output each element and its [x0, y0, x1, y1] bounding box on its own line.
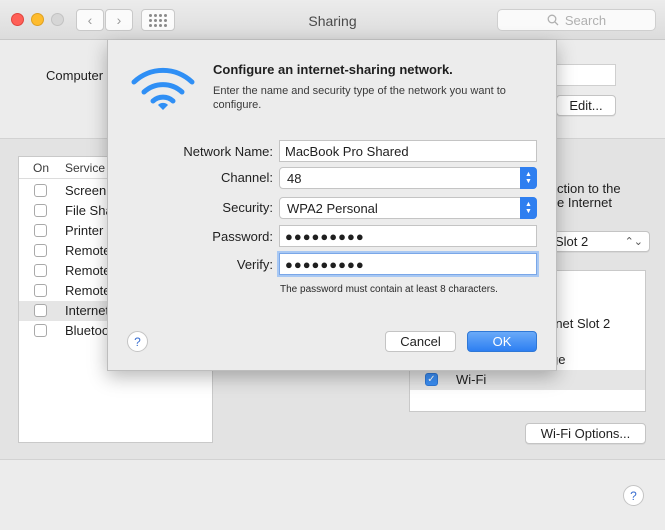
service-label: Remote [65, 283, 111, 298]
share-description-line2: e Internet [557, 195, 612, 210]
service-label: Printer [65, 223, 104, 238]
service-label: Bluetoo [65, 323, 110, 338]
verify-value: ●●●●●●●●● [285, 256, 365, 272]
channel-value: 48 [287, 170, 302, 186]
security-label: Security: [222, 200, 273, 215]
port-label: rnet Slot 2 [551, 316, 611, 331]
service-label: Internet [65, 303, 110, 318]
search-field[interactable]: Search [497, 9, 656, 31]
service-label: File Sha [65, 203, 113, 218]
service-checkbox[interactable] [34, 224, 47, 237]
sheet-description: Enter the name and security type of the … [213, 85, 506, 111]
updown-chevron-icon: ▲ ▼ [520, 197, 537, 219]
password-value: ●●●●●●●●● [285, 228, 365, 244]
computer-name-field[interactable] [556, 64, 616, 86]
service-checkbox[interactable] [34, 244, 47, 257]
port-row-wifi[interactable]: ✓ Wi-Fi [410, 370, 645, 390]
verify-label: Verify: [236, 257, 273, 272]
channel-label: Channel: [220, 170, 273, 185]
port-label: Wi-Fi [456, 372, 487, 387]
search-icon [547, 14, 559, 26]
service-checkbox[interactable] [34, 284, 47, 297]
wifi-options-button[interactable]: Wi-Fi Options... [525, 423, 646, 444]
service-column-header: Service [65, 161, 106, 175]
wifi-port-checkbox[interactable]: ✓ [425, 373, 438, 386]
sheet-title: Configure an internet-sharing network. [213, 62, 453, 77]
network-name-value: MacBook Pro Shared [285, 143, 409, 159]
help-button[interactable]: ? [623, 485, 644, 506]
service-checkbox[interactable] [34, 304, 47, 317]
updown-chevron-icon: ▲ ▼ [520, 167, 537, 189]
service-label: Screen [65, 183, 107, 198]
share-from-value: Slot 2 [555, 234, 589, 249]
password-field[interactable]: ●●●●●●●●● [279, 225, 537, 247]
ok-button[interactable]: OK [467, 331, 537, 352]
search-placeholder: Search [564, 12, 607, 28]
computer-name-label: Computer [46, 68, 104, 83]
channel-select[interactable]: 48 ▲ ▼ [279, 167, 537, 189]
security-value: WPA2 Personal [287, 200, 378, 216]
service-checkbox[interactable] [34, 324, 47, 337]
wifi-icon [131, 67, 195, 110]
service-label: Remote [65, 263, 111, 278]
share-description-line1: ction to the [557, 181, 621, 196]
network-name-field[interactable]: MacBook Pro Shared [279, 140, 537, 162]
checkmark-icon: ✓ [427, 374, 436, 385]
password-hint: The password must contain at least 8 cha… [280, 284, 498, 295]
cancel-button[interactable]: Cancel [385, 331, 456, 352]
edit-button[interactable]: Edit... [556, 95, 616, 116]
security-select[interactable]: WPA2 Personal ▲ ▼ [279, 197, 537, 219]
on-column-header: On [33, 161, 50, 175]
service-checkbox[interactable] [34, 204, 47, 217]
service-checkbox[interactable] [34, 184, 47, 197]
service-label: Remote [65, 243, 111, 258]
updown-chevron-icon: ⌃⌄ [624, 236, 643, 248]
verify-field[interactable]: ●●●●●●●●● [279, 253, 537, 275]
service-checkbox[interactable] [34, 264, 47, 277]
sheet-help-button[interactable]: ? [127, 331, 148, 352]
password-label: Password: [212, 229, 273, 244]
network-name-label: Network Name: [183, 144, 273, 159]
